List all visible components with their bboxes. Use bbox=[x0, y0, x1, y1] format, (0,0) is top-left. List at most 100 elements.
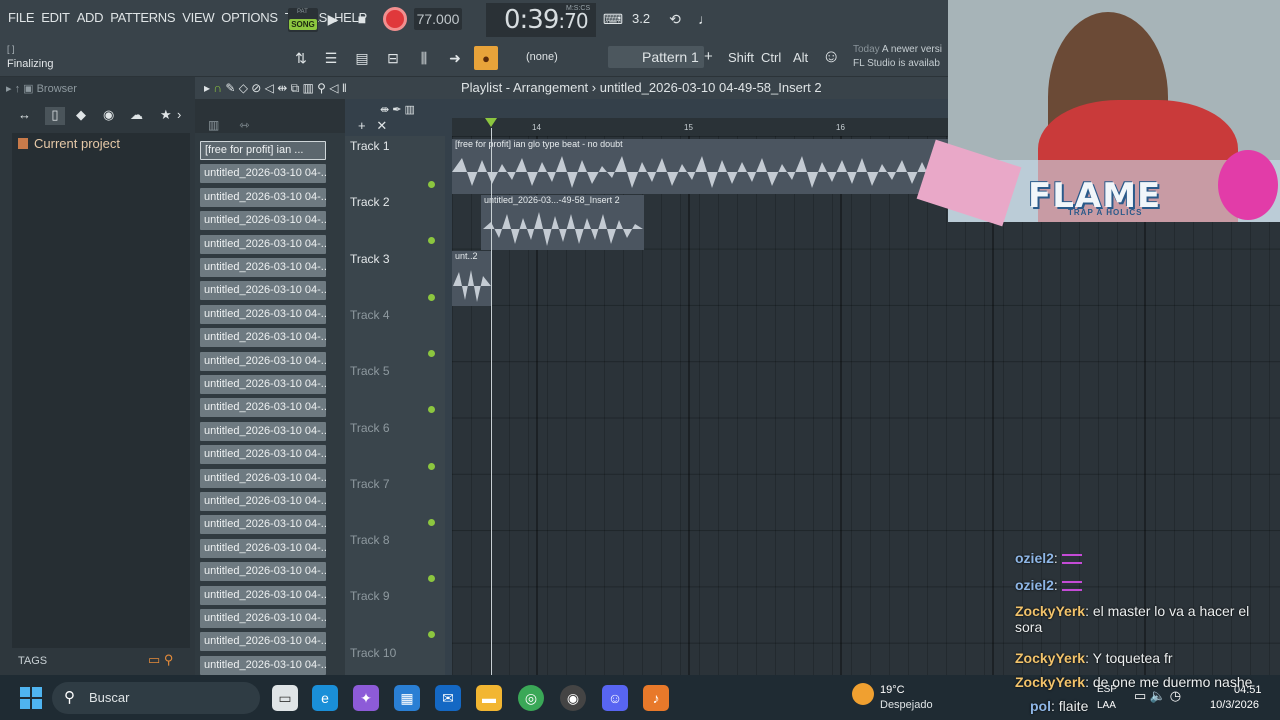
clip-list-item[interactable]: untitled_2026-03-10 04-... bbox=[200, 515, 326, 535]
outlook-icon[interactable]: ✉ bbox=[435, 685, 461, 711]
audio-clip-label: [free for profit] ian glo type beat - no… bbox=[455, 139, 623, 149]
track-label[interactable]: Track 6 bbox=[350, 421, 390, 435]
track-label[interactable]: Track 5 bbox=[350, 364, 390, 378]
metronome-icon[interactable]: ♩ bbox=[692, 7, 718, 31]
playlist-toolbar-icons[interactable]: ▸ ∩ ✎ ◇ ⊘ ◁ ⇹ ⧉ ▥ ⚲ ◁ ‖ bbox=[204, 81, 347, 96]
chat-message: oziel2: bbox=[1015, 577, 1275, 593]
current-project-item[interactable]: Current project bbox=[18, 136, 120, 151]
track-label[interactable]: Track 2 bbox=[350, 195, 390, 209]
expand-icon[interactable]: ↔ bbox=[18, 107, 31, 122]
track-mute-indicator[interactable] bbox=[428, 181, 435, 188]
file-explorer-icon[interactable]: ▬ bbox=[476, 685, 502, 711]
song-position-marker[interactable] bbox=[485, 118, 497, 127]
clip-list-item[interactable]: untitled_2026-03-10 04-... bbox=[200, 421, 326, 441]
weather-icon[interactable] bbox=[852, 683, 874, 705]
menu-edit[interactable]: EDIT bbox=[41, 10, 70, 25]
fl-studio-icon[interactable]: ♪ bbox=[643, 685, 669, 711]
clip-list-toolbar-icons[interactable]: ▥ ⇿ bbox=[208, 118, 249, 132]
track-mute-indicator[interactable] bbox=[428, 349, 435, 357]
taskbar-search[interactable] bbox=[52, 682, 260, 714]
clip-list-item[interactable]: untitled_2026-03-10 04-... bbox=[200, 445, 326, 465]
clip-list-item[interactable]: untitled_2026-03-10 04-... bbox=[200, 164, 326, 184]
store-icon[interactable]: ▦ bbox=[394, 685, 420, 711]
clip-list-item[interactable]: untitled_2026-03-10 04-... bbox=[200, 492, 326, 511]
track-mute-indicator[interactable] bbox=[428, 462, 435, 470]
clip-list-item[interactable]: untitled_2026-03-10 04-... bbox=[200, 328, 326, 348]
clip-list-item[interactable]: untitled_2026-03-10 04-... bbox=[200, 609, 326, 628]
track-label[interactable]: Track 3 bbox=[350, 252, 390, 266]
zoom-icons[interactable]: ⇼ ✒ ▥ bbox=[380, 103, 415, 116]
chat-message: ZockyYerk: de one me duermo nashe bbox=[1015, 674, 1253, 690]
track-label[interactable]: Track 1 bbox=[350, 139, 390, 153]
menu-file[interactable]: FILE bbox=[8, 10, 35, 25]
windows-logo-tile bbox=[20, 687, 30, 697]
arrow-right-icon[interactable]: ➜ bbox=[442, 46, 468, 70]
track-mute-indicator[interactable] bbox=[428, 293, 435, 301]
snap-icon[interactable]: ⇅ bbox=[288, 46, 314, 70]
copilot-icon[interactable]: ✦ bbox=[353, 685, 379, 711]
menu-view[interactable]: VIEW bbox=[182, 10, 214, 25]
clip-list-item[interactable]: untitled_2026-03-10 04-... bbox=[200, 538, 326, 558]
none-selector[interactable]: (none) bbox=[526, 51, 558, 63]
track-label[interactable]: Track 9 bbox=[350, 589, 390, 603]
typing-keyboard-icon[interactable]: ⌨ bbox=[600, 7, 626, 31]
menu-options[interactable]: OPTIONS bbox=[221, 10, 278, 25]
clip-list-item[interactable]: untitled_2026-03-10 04-... bbox=[200, 468, 326, 488]
clip-list-item[interactable]: untitled_2026-03-10 04-... bbox=[200, 585, 326, 605]
browser-arrows-icon[interactable]: ▸ ↑ ▣ bbox=[6, 83, 37, 95]
add-pattern-icon[interactable]: + bbox=[704, 48, 713, 65]
news-panel[interactable]: Today A newer versi FL Studio is availab bbox=[853, 43, 942, 71]
alt-key[interactable]: Alt bbox=[793, 50, 808, 65]
clip-list-item[interactable]: untitled_2026-03-10 04-... bbox=[200, 304, 326, 324]
task-view-icon[interactable]: ▭ bbox=[272, 685, 298, 711]
add-track-icon[interactable]: + ✕ bbox=[358, 118, 387, 134]
folder-icon[interactable]: ▯ bbox=[45, 107, 65, 125]
clip-list-item[interactable]: untitled_2026-03-10 04-... bbox=[200, 562, 326, 582]
tags-search-icon[interactable]: ▭ ⚲ bbox=[148, 652, 173, 668]
track-label[interactable]: Track 7 bbox=[350, 477, 390, 491]
pat-song-toggle[interactable]: PAT SONG bbox=[288, 8, 318, 32]
clip-list-item[interactable]: untitled_2026-03-10 04-... bbox=[200, 281, 326, 301]
menu-patterns[interactable]: PATTERNS bbox=[110, 10, 175, 25]
record-button[interactable] bbox=[383, 7, 407, 31]
loop-icon[interactable]: ⟲ bbox=[662, 7, 688, 31]
sort-icon[interactable]: ◆ bbox=[76, 107, 86, 123]
clip-list-item[interactable]: untitled_2026-03-10 04-... bbox=[200, 632, 326, 652]
cloud-icon[interactable]: ☁ bbox=[130, 107, 143, 123]
shift-key[interactable]: Shift bbox=[728, 50, 754, 65]
chrome-icon[interactable]: ◎ bbox=[518, 685, 544, 711]
clip-list-item[interactable]: untitled_2026-03-10 04-... bbox=[200, 375, 326, 394]
discord-icon[interactable]: ☺ bbox=[602, 685, 628, 711]
star-icon[interactable]: ★ bbox=[160, 107, 172, 123]
microphone-button[interactable]: ● bbox=[474, 46, 498, 70]
clip-list-item[interactable]: untitled_2026-03-10 04-... bbox=[200, 398, 326, 418]
edge-icon[interactable]: e bbox=[312, 685, 338, 711]
globe-icon[interactable]: ◉ bbox=[103, 107, 114, 123]
channel-rack-icon[interactable]: ⊟ bbox=[380, 46, 406, 70]
clip-list-item[interactable]: [free for profit] ian ... bbox=[200, 141, 326, 160]
obs-icon[interactable]: ◉ bbox=[560, 685, 586, 711]
mixer-icon[interactable]: ⫼ bbox=[411, 46, 437, 70]
tempo-display[interactable]: 77.000 bbox=[414, 8, 462, 30]
track-mute-indicator[interactable] bbox=[428, 518, 435, 526]
chevron-right-icon[interactable]: › bbox=[177, 107, 181, 122]
track-label[interactable]: Track 10 bbox=[350, 646, 396, 660]
stop-button[interactable]: ■ bbox=[349, 7, 375, 31]
ctrl-key[interactable]: Ctrl bbox=[761, 50, 781, 65]
piano-roll-icon[interactable]: ▤ bbox=[349, 46, 375, 70]
playlist-icon[interactable]: ☰ bbox=[318, 46, 344, 70]
start-button[interactable] bbox=[20, 687, 42, 709]
clip-list-item[interactable]: untitled_2026-03-10 04-... bbox=[200, 211, 326, 231]
pattern-selector[interactable]: Pattern 1 bbox=[608, 46, 704, 68]
track-label[interactable]: Track 4 bbox=[350, 308, 390, 322]
menu-add[interactable]: ADD bbox=[77, 10, 104, 25]
clip-list-item[interactable]: untitled_2026-03-10 04-... bbox=[200, 258, 326, 277]
clip-list-item[interactable]: untitled_2026-03-10 04-... bbox=[200, 234, 326, 254]
play-button[interactable]: ▶ bbox=[320, 7, 346, 31]
track-label[interactable]: Track 8 bbox=[350, 533, 390, 547]
clip-list-item[interactable]: untitled_2026-03-10 04-... bbox=[200, 187, 326, 207]
clip-list-item[interactable]: untitled_2026-03-10 04-... bbox=[200, 655, 326, 675]
news-icon[interactable]: ☺ bbox=[822, 46, 840, 67]
flame-subtitle: TRAP A HOLICS bbox=[1068, 208, 1143, 217]
clip-list-item[interactable]: untitled_2026-03-10 04-... bbox=[200, 351, 326, 371]
